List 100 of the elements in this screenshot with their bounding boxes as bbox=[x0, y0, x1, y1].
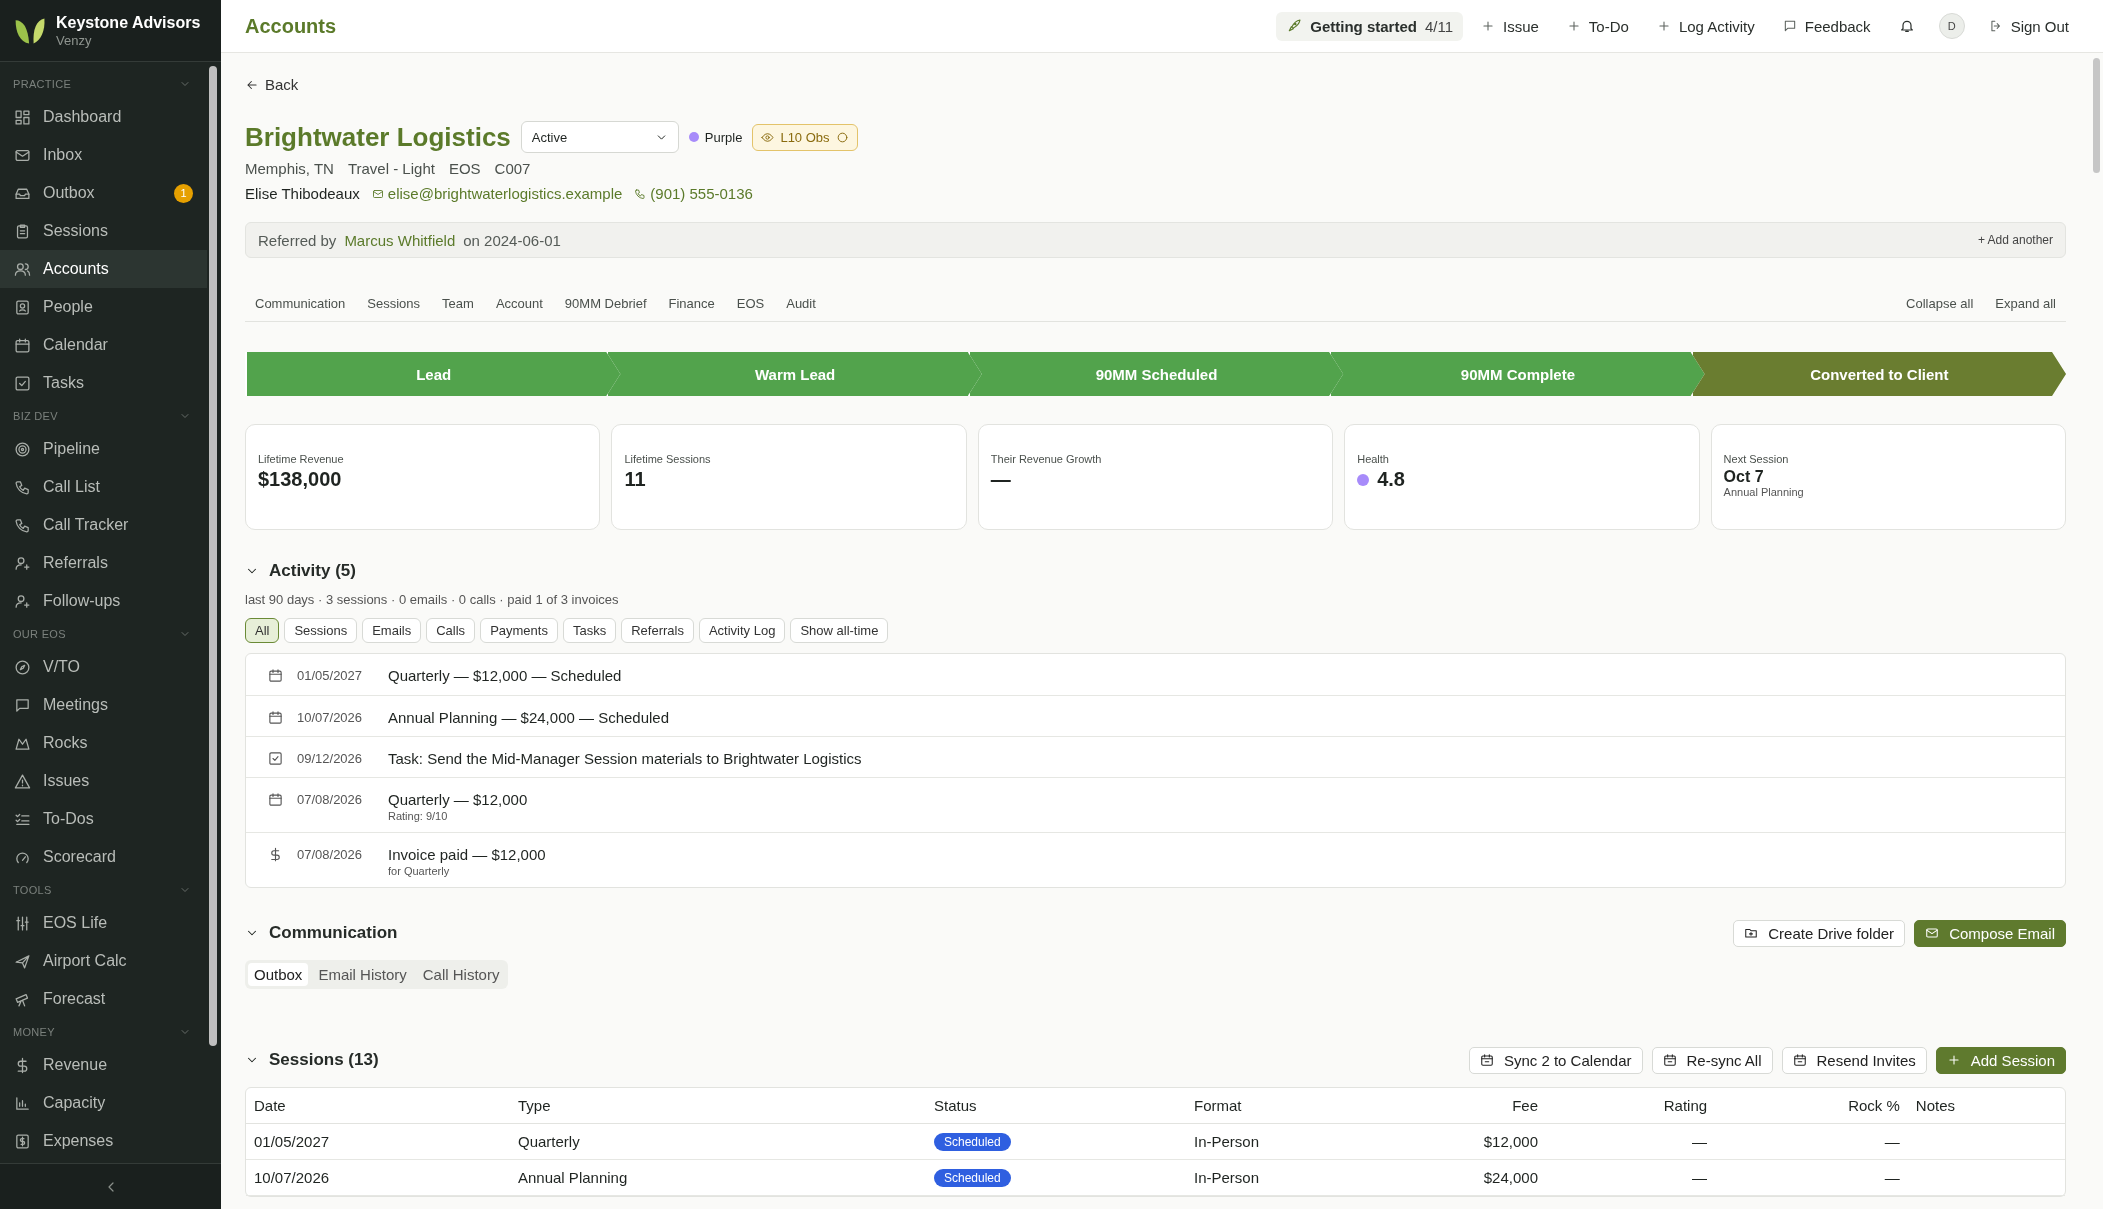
compass-icon bbox=[14, 658, 31, 676]
table-cell: — bbox=[1546, 1123, 1716, 1160]
table-cell: — bbox=[1546, 1159, 1716, 1196]
sidebar-item[interactable]: Issues bbox=[0, 762, 207, 800]
sidebar-item[interactable]: Revenue bbox=[0, 1046, 207, 1084]
avatar-button[interactable]: D bbox=[1938, 13, 1965, 39]
email-link[interactable]: elise@brightwaterlogistics.example bbox=[371, 185, 623, 202]
section-link[interactable]: Team bbox=[442, 296, 474, 311]
section-label: PRACTICE bbox=[13, 78, 72, 90]
table-cell: — bbox=[1715, 1159, 1908, 1196]
filter-chip[interactable]: Payments bbox=[480, 618, 558, 643]
filter-chip[interactable]: Show all-time bbox=[790, 618, 889, 643]
sidebar-item[interactable]: Capacity bbox=[0, 1084, 207, 1122]
getting-started-button[interactable]: Getting started 4/11 bbox=[1276, 11, 1463, 41]
stat-label: Their Revenue Growth bbox=[990, 453, 1103, 465]
sidebar-item[interactable]: Call Tracker bbox=[0, 506, 207, 544]
back-link[interactable]: Back bbox=[245, 76, 299, 93]
sidebar-item[interactable]: To-Dos bbox=[0, 800, 207, 838]
warning-icon bbox=[14, 772, 31, 790]
tab[interactable]: Call History bbox=[416, 963, 506, 986]
filter-chip[interactable]: Activity Log bbox=[698, 618, 786, 643]
section-link[interactable]: 90MM Debrief bbox=[564, 296, 647, 311]
action-button[interactable]: Compose Email bbox=[1914, 919, 2066, 947]
sidebar-item[interactable]: EOS Life bbox=[0, 904, 207, 942]
sidebar-item[interactable]: Outbox 1 bbox=[0, 174, 207, 212]
scrollbar[interactable] bbox=[209, 66, 217, 1046]
add-another-link[interactable]: + Add another bbox=[1977, 233, 2053, 247]
column-header: Rock % bbox=[1715, 1088, 1908, 1124]
filter-chip[interactable]: Sessions bbox=[284, 618, 358, 643]
sidebar-item[interactable]: Expenses bbox=[0, 1122, 207, 1160]
sidebar-item[interactable]: Calendar bbox=[0, 326, 207, 364]
section-label: TOOLS bbox=[13, 884, 52, 896]
id-card-icon bbox=[14, 298, 31, 316]
activity-date: 07/08/2026 bbox=[297, 847, 364, 862]
tab[interactable]: Email History bbox=[312, 963, 413, 986]
section-link[interactable]: Communication bbox=[255, 296, 346, 311]
contact-name: Elise Thibodeaux bbox=[245, 185, 360, 202]
sidebar-item[interactable]: Airport Calc bbox=[0, 942, 207, 980]
dollar-icon bbox=[268, 847, 283, 862]
sidebar-item[interactable]: People bbox=[0, 288, 207, 326]
plus-icon bbox=[1566, 19, 1581, 33]
activity-detail: for Quarterly bbox=[388, 865, 451, 877]
sidebar-item[interactable]: Forecast bbox=[0, 980, 207, 1018]
action-button[interactable]: Add Session bbox=[1935, 1046, 2066, 1074]
section-title: Sessions (13) bbox=[269, 1050, 379, 1070]
stat-label: Lifetime Revenue bbox=[258, 453, 345, 465]
scrollbar[interactable] bbox=[2093, 58, 2100, 173]
referral-date: on 2024-06-01 bbox=[463, 231, 561, 249]
action-button[interactable]: Sync 2 to Calendar bbox=[1468, 1046, 1643, 1074]
toggle-link[interactable]: Expand all bbox=[1995, 296, 2056, 311]
section-label: BIZ DEV bbox=[13, 410, 58, 422]
referrer-link[interactable]: Marcus Whitfield bbox=[344, 231, 456, 249]
action-button[interactable]: Re-sync All bbox=[1651, 1046, 1773, 1074]
filter-chip[interactable]: Emails bbox=[362, 618, 422, 643]
sidebar-item[interactable]: Scorecard bbox=[0, 838, 207, 876]
sidebar-item[interactable]: Inbox bbox=[0, 136, 207, 174]
filter-chip[interactable]: Referrals bbox=[621, 618, 694, 643]
header-button[interactable]: Issue bbox=[1471, 11, 1549, 41]
folder-plus-icon bbox=[1744, 926, 1759, 940]
header-button[interactable]: Log Activity bbox=[1646, 11, 1765, 41]
sidebar-item[interactable]: Sessions bbox=[0, 212, 207, 250]
sidebar-item[interactable]: Follow-ups bbox=[0, 582, 207, 620]
sidebar-item[interactable]: Pipeline bbox=[0, 430, 207, 468]
column-header: Status bbox=[926, 1088, 1186, 1124]
filter-chip[interactable]: Calls bbox=[426, 618, 476, 643]
activity-text: Task: Send the Mid-Manager Session materials to Brightwater Logistics bbox=[388, 750, 862, 767]
count-badge: 1 bbox=[174, 183, 193, 203]
calendar-icon bbox=[268, 710, 283, 725]
pipeline-stage[interactable]: Converted to Client bbox=[1690, 352, 2067, 396]
section-link[interactable]: Audit bbox=[786, 296, 816, 311]
action-button[interactable]: Create Drive folder bbox=[1733, 919, 1906, 947]
sidebar-item[interactable]: V/TO bbox=[0, 648, 207, 686]
section-link[interactable]: Finance bbox=[668, 296, 715, 311]
sidebar-item[interactable]: Meetings bbox=[0, 686, 207, 724]
section-link[interactable]: EOS bbox=[736, 296, 765, 311]
section-link[interactable]: Account bbox=[495, 296, 543, 311]
mail-icon bbox=[371, 187, 384, 200]
action-button[interactable]: Resend Invites bbox=[1781, 1046, 1927, 1074]
sidebar-item[interactable]: Referrals bbox=[0, 544, 207, 582]
activity-text: Quarterly — $12,000 — Scheduled bbox=[388, 667, 622, 684]
sign-out-button[interactable]: Sign Out bbox=[1978, 11, 2079, 41]
filter-chip[interactable]: All bbox=[245, 618, 280, 643]
filter-chip[interactable]: Tasks bbox=[562, 618, 617, 643]
section-link[interactable]: Sessions bbox=[367, 296, 421, 311]
sidebar-item[interactable]: Accounts bbox=[0, 250, 207, 288]
users-icon bbox=[14, 260, 31, 278]
sidebar-item[interactable]: Rocks bbox=[0, 724, 207, 762]
referral-label: Referred by bbox=[258, 231, 337, 249]
observer-badge[interactable]: L10 Obs bbox=[752, 123, 858, 151]
table-cell: 10/07/2026 bbox=[246, 1159, 510, 1196]
header-button[interactable]: Feedback bbox=[1772, 11, 1881, 41]
sidebar-item[interactable]: Call List bbox=[0, 468, 207, 506]
sidebar-item[interactable]: Tasks bbox=[0, 364, 207, 402]
sign-out-icon bbox=[1988, 19, 2003, 33]
sidebar-item[interactable]: Dashboard bbox=[0, 98, 207, 136]
header-button[interactable]: To-Do bbox=[1556, 11, 1639, 41]
phone-link[interactable]: (901) 555-0136 bbox=[634, 185, 753, 202]
tab[interactable]: Outbox bbox=[248, 963, 309, 986]
status-dropdown[interactable]: Active bbox=[520, 121, 679, 153]
toggle-link[interactable]: Collapse all bbox=[1906, 296, 1974, 311]
